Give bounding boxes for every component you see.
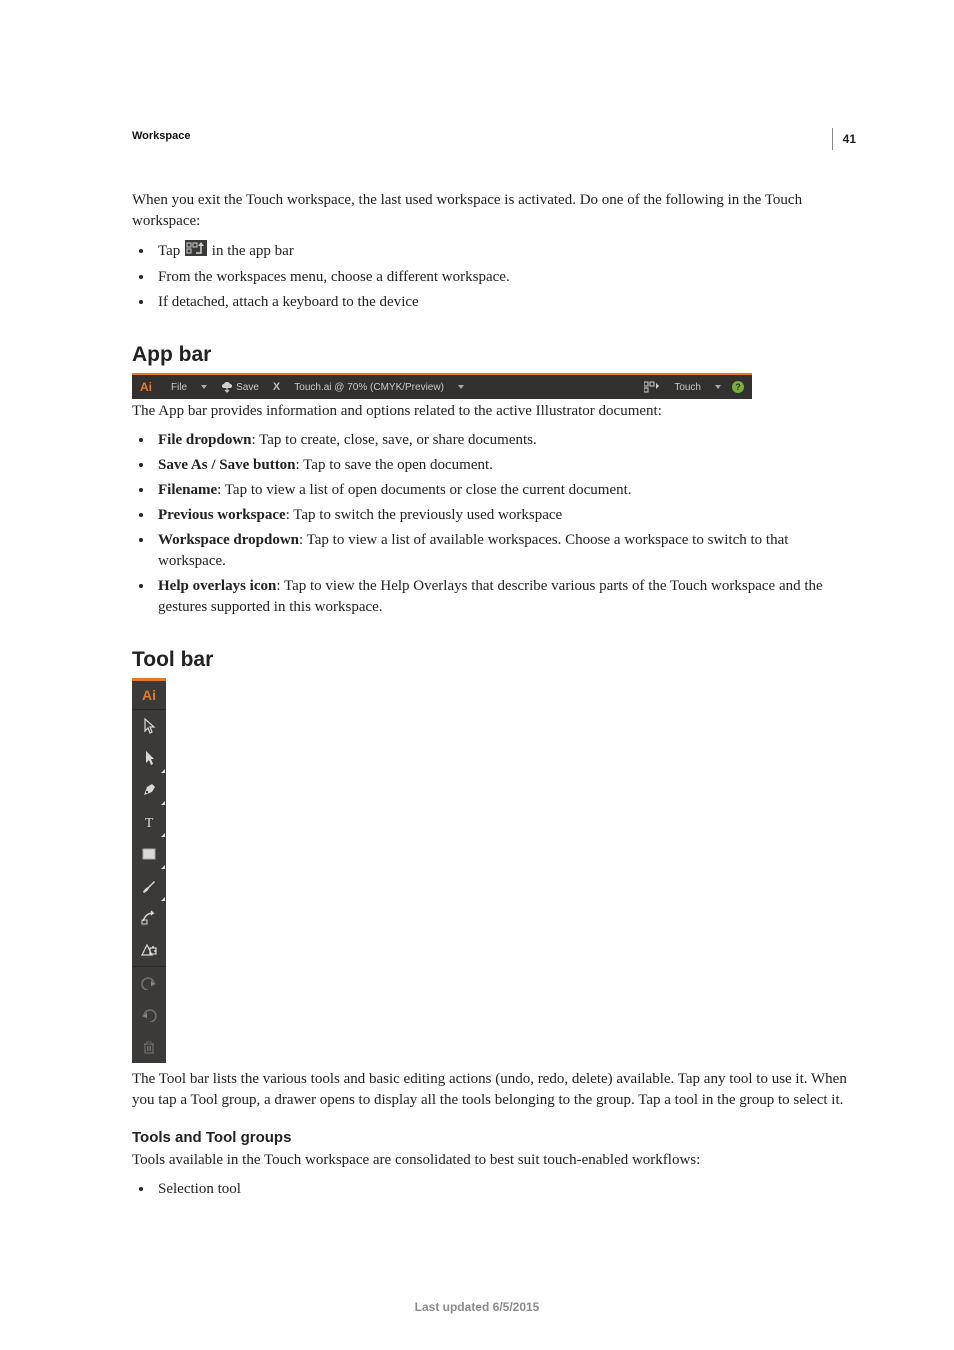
redo-button[interactable] <box>132 999 166 1031</box>
list-item: Save As / Save button: Tap to save the o… <box>154 455 856 476</box>
filename-label: Touch.ai @ 70% (CMYK/Preview) <box>294 382 444 393</box>
direct-selection-tool[interactable] <box>132 742 166 774</box>
svg-text:T: T <box>145 816 154 829</box>
chevron-down-icon <box>458 385 464 389</box>
brush-tool[interactable] <box>132 870 166 902</box>
appbar-screenshot: Ai File Save X Touch.ai @ 70% (CMYK/Prev… <box>132 373 752 399</box>
undo-icon <box>141 976 157 990</box>
workspace-dropdown-arrow[interactable] <box>708 385 728 389</box>
direct-selection-icon <box>143 750 155 766</box>
tool-groups-intro: Tools available in the Touch workspace a… <box>132 1150 856 1171</box>
toolbar-heading: Tool bar <box>132 648 856 672</box>
shape-builder-tool[interactable] <box>132 934 166 966</box>
footer-updated: Last updated 6/5/2015 <box>0 1300 954 1314</box>
tap-text-pre: Tap <box>158 243 184 259</box>
selection-arrow-icon <box>142 718 156 734</box>
desc: : Tap to switch the previously used work… <box>286 507 563 523</box>
close-icon: X <box>273 381 280 393</box>
tool-groups-list: Selection tool <box>132 1179 856 1200</box>
list-item: Help overlays icon: Tap to view the Help… <box>154 576 856 618</box>
type-tool[interactable]: T <box>132 806 166 838</box>
list-item: From the workspaces menu, choose a diffe… <box>154 267 856 288</box>
selection-tool[interactable] <box>132 710 166 742</box>
shape-builder-icon <box>141 943 157 957</box>
ai-logo: Ai <box>132 380 164 394</box>
rectangle-icon <box>142 848 156 860</box>
list-item: Workspace dropdown: Tap to view a list o… <box>154 530 856 572</box>
list-item: Previous workspace: Tap to switch the pr… <box>154 505 856 526</box>
workspace-grid-icon <box>644 381 660 393</box>
appbar-caption: The App bar provides information and opt… <box>132 401 856 422</box>
pen-tool[interactable] <box>132 774 166 806</box>
free-transform-tool[interactable] <box>132 902 166 934</box>
list-item: File dropdown: Tap to create, close, sav… <box>154 430 856 451</box>
toolbar-caption: The Tool bar lists the various tools and… <box>132 1069 856 1111</box>
cloud-save-icon <box>221 381 233 393</box>
desc: : Tap to view a list of open documents o… <box>217 482 631 498</box>
desc: : Tap to create, close, save, or share d… <box>252 432 537 448</box>
list-item: Tap in the app bar <box>154 240 856 263</box>
term: Previous workspace <box>158 507 286 523</box>
page: 41 Workspace When you exit the Touch wor… <box>0 0 954 1350</box>
file-dropdown-arrow[interactable] <box>194 385 214 389</box>
list-item: Filename: Tap to view a list of open doc… <box>154 480 856 501</box>
desc: : Tap to save the open document. <box>296 457 493 473</box>
trash-icon <box>143 1040 155 1054</box>
touch-label: Touch <box>674 382 701 393</box>
file-menu[interactable]: File <box>164 382 194 393</box>
toolbar-screenshot: Ai T <box>132 678 166 1063</box>
free-transform-icon <box>141 910 157 926</box>
list-item: If detached, attach a keyboard to the de… <box>154 292 856 313</box>
running-header: Workspace <box>132 130 856 142</box>
term: Help overlays icon <box>158 578 276 594</box>
chevron-down-icon <box>715 385 721 389</box>
help-overlays-button[interactable]: ? <box>732 381 744 393</box>
save-button[interactable]: Save <box>214 381 266 393</box>
page-number: 41 <box>832 128 856 150</box>
file-label: File <box>171 382 187 393</box>
ai-logo: Ai <box>132 681 166 710</box>
close-document-button[interactable]: X <box>266 381 287 393</box>
intro-paragraph: When you exit the Touch workspace, the l… <box>132 190 856 232</box>
save-label: Save <box>236 382 259 393</box>
term: Save As / Save button <box>158 457 296 473</box>
workspace-switch-icon <box>184 240 208 263</box>
delete-button[interactable] <box>132 1031 166 1063</box>
type-icon: T <box>142 815 156 829</box>
workspace-label[interactable]: Touch <box>667 382 708 393</box>
term: File dropdown <box>158 432 252 448</box>
paintbrush-icon <box>141 878 157 894</box>
rectangle-tool[interactable] <box>132 838 166 870</box>
term: Filename <box>158 482 217 498</box>
list-item: Selection tool <box>154 1179 856 1200</box>
appbar-heading: App bar <box>132 343 856 367</box>
redo-icon <box>141 1008 157 1022</box>
term: Workspace dropdown <box>158 532 299 548</box>
filename-dropdown-arrow[interactable] <box>451 385 471 389</box>
pen-icon <box>141 782 157 798</box>
filename-display[interactable]: Touch.ai @ 70% (CMYK/Preview) <box>287 382 451 393</box>
intro-bullet-list: Tap in the app bar From the workspaces m… <box>132 240 856 313</box>
tap-text-post: in the app bar <box>208 243 294 259</box>
chevron-down-icon <box>201 385 207 389</box>
previous-workspace-button[interactable] <box>637 381 667 393</box>
appbar-bullet-list: File dropdown: Tap to create, close, sav… <box>132 430 856 618</box>
tool-groups-heading: Tools and Tool groups <box>132 1129 856 1146</box>
undo-button[interactable] <box>132 967 166 999</box>
